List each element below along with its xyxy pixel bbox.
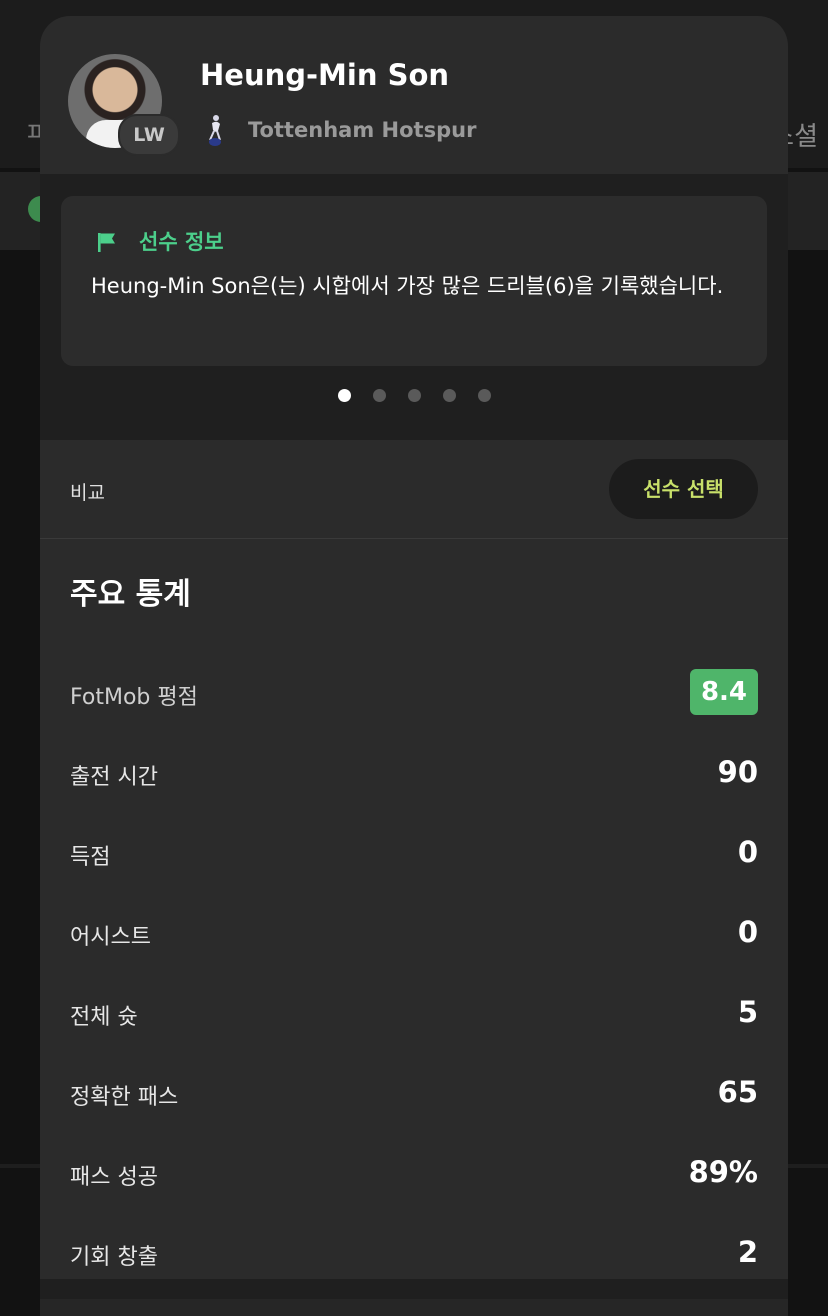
stat-value: 90 xyxy=(717,755,758,789)
stat-value: 0 xyxy=(737,835,758,869)
info-card-title: 선수 정보 xyxy=(139,230,224,254)
player-info-card[interactable]: 선수 정보 Heung-Min Son은(는) 시합에서 가장 많은 드리블(6… xyxy=(61,196,767,366)
rating-badge: 8.4 xyxy=(690,669,758,715)
stat-value: 89% xyxy=(688,1155,758,1189)
stat-row-goals: 득점 0 xyxy=(70,829,758,879)
stat-value: 2 xyxy=(737,1235,758,1269)
stat-row-minutes: 출전 시간 90 xyxy=(70,749,758,799)
stat-value: 0 xyxy=(737,915,758,949)
player-name: Heung-Min Son xyxy=(200,58,450,92)
stat-label: 기회 창출 xyxy=(70,1245,158,1270)
pagination-dot-4[interactable] xyxy=(443,389,456,402)
stat-row-chances-created: 기회 창출 2 xyxy=(70,1229,758,1279)
stat-label: 정확한 패스 xyxy=(70,1085,179,1110)
club-crest-icon xyxy=(209,115,221,146)
next-section-edge xyxy=(40,1299,788,1316)
stat-label: 전체 슛 xyxy=(70,1005,138,1030)
player-modal: LW Heung-Min Son Tottenham Hotspur 선수 정보… xyxy=(40,16,788,1316)
stat-row-total-shots: 전체 슛 5 xyxy=(70,989,758,1039)
info-card-text: Heung-Min Son은(는) 시합에서 가장 많은 드리블(6)을 기록했… xyxy=(91,274,724,298)
compare-label: 비교 xyxy=(70,482,105,504)
stat-label: 출전 시간 xyxy=(70,765,158,790)
pagination-dot-3[interactable] xyxy=(408,389,421,402)
player-header: LW Heung-Min Son Tottenham Hotspur xyxy=(40,16,788,174)
stat-row-assists: 어시스트 0 xyxy=(70,909,758,959)
stat-label: 어시스트 xyxy=(70,925,151,950)
pagination-dot-5[interactable] xyxy=(478,389,491,402)
compare-section: 비교 선수 선택 xyxy=(40,440,788,539)
stat-row-rating: FotMob 평점 8.4 xyxy=(70,669,758,719)
stat-label: 득점 xyxy=(70,845,111,870)
stat-value: 5 xyxy=(737,995,758,1029)
flag-icon xyxy=(98,233,115,252)
stat-value: 65 xyxy=(717,1075,758,1109)
select-player-button[interactable]: 선수 선택 xyxy=(609,459,758,519)
stat-row-pass-accuracy: 패스 성공 89% xyxy=(70,1149,758,1199)
key-stats-title: 주요 통계 xyxy=(70,577,191,612)
stat-row-accurate-passes: 정확한 패스 65 xyxy=(70,1069,758,1119)
stat-label: FotMob 평점 xyxy=(70,685,198,710)
pagination-dot-1[interactable] xyxy=(338,389,351,402)
position-badge: LW xyxy=(118,114,180,156)
stat-label: 패스 성공 xyxy=(70,1165,158,1190)
key-stats-section: 주요 통계 FotMob 평점 8.4 출전 시간 90 득점 0 어시스트 0… xyxy=(40,539,788,1279)
pagination-dot-2[interactable] xyxy=(373,389,386,402)
club-name[interactable]: Tottenham Hotspur xyxy=(248,118,476,142)
